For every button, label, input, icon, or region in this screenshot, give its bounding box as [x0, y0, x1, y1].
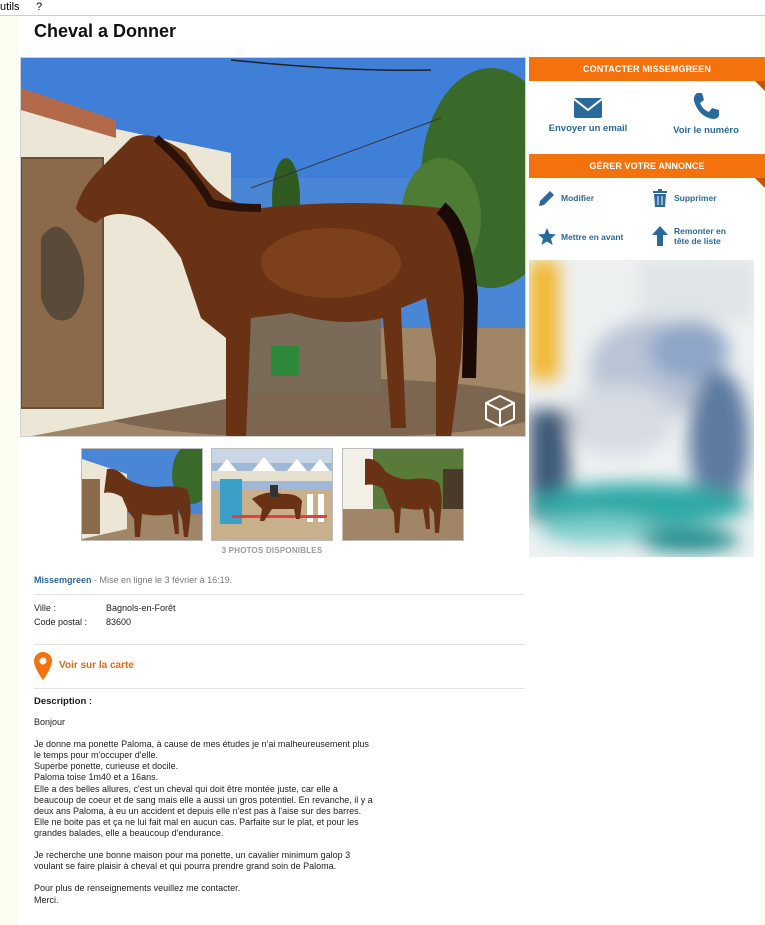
- horse-photo: [21, 58, 525, 436]
- postal-label: Code postal :: [34, 617, 88, 627]
- map-pin-icon: [34, 652, 52, 680]
- arrow-up-icon: [652, 226, 668, 246]
- menu-bar: utils ?: [0, 0, 765, 16]
- send-email-label: Envoyer un email: [548, 123, 628, 134]
- thumbnail-1-image: [82, 449, 202, 540]
- phone-icon: [693, 93, 719, 119]
- listing-page: Cheval a Donner 3 PHOTOS DISPONIBLES Mis…: [18, 16, 765, 925]
- menu-help[interactable]: ?: [36, 1, 42, 13]
- pencil-icon: [539, 191, 554, 206]
- show-phone-label: Voir le numéro: [673, 125, 739, 136]
- blurred-ad[interactable]: [529, 260, 754, 557]
- divider: [34, 594, 525, 595]
- delete-button[interactable]: Supprimer: [650, 188, 760, 208]
- thumbnail-3-image: [343, 449, 463, 540]
- posted-date: - Mise en ligne le 3 février à 16:19.: [91, 575, 233, 585]
- listing-title: Cheval a Donner: [34, 21, 177, 41]
- map-link[interactable]: Voir sur la carte: [34, 652, 134, 680]
- contact-header: CONTACTER MISSEMGREEN: [529, 57, 765, 91]
- posted-info: Missemgreen - Mise en ligne le 3 février…: [34, 575, 232, 585]
- postal-value: 83600: [106, 617, 132, 627]
- send-email-button[interactable]: Envoyer un email: [529, 97, 647, 134]
- show-phone-button[interactable]: Voir le numéro: [647, 91, 765, 136]
- postal-row: Code postal : 83600: [34, 617, 131, 627]
- photos-count: 3 PHOTOS DISPONIBLES: [221, 546, 323, 555]
- map-link-label[interactable]: Voir sur la carte: [59, 660, 134, 671]
- city-row: Ville : Bagnols-en-Forêt: [34, 603, 176, 613]
- thumbnail-2[interactable]: [211, 448, 333, 541]
- thumbnail-3[interactable]: [342, 448, 464, 541]
- watermark-cube-icon: [485, 394, 515, 428]
- thumbnail-2-image: [212, 449, 332, 540]
- trash-icon: [653, 189, 667, 207]
- seller-name[interactable]: Missemgreen: [34, 575, 92, 585]
- star-icon: [538, 228, 556, 245]
- delete-label: Supprimer: [674, 193, 717, 203]
- menu-tools[interactable]: utils: [0, 1, 20, 13]
- envelope-icon: [573, 98, 603, 118]
- thumbnail-1[interactable]: [81, 448, 203, 541]
- bump-label-1: Remonter en: [674, 226, 726, 236]
- edit-label: Modifier: [561, 193, 595, 203]
- city-label: Ville :: [34, 603, 56, 613]
- bump-label-2: tête de liste: [674, 236, 721, 246]
- manage-header: GÉRER VOTRE ANNONCE: [529, 154, 765, 188]
- bump-button[interactable]: Remonter en tête de liste: [650, 225, 760, 249]
- ad-image: [529, 260, 754, 557]
- divider: [34, 644, 525, 645]
- main-photo[interactable]: [20, 57, 526, 437]
- edit-button[interactable]: Modifier: [537, 188, 637, 208]
- promote-label: Mettre en avant: [561, 232, 624, 242]
- description-title: Description :: [34, 696, 93, 707]
- promote-button[interactable]: Mettre en avant: [537, 227, 647, 247]
- city-value: Bagnols-en-Forêt: [106, 603, 176, 613]
- divider: [34, 688, 525, 689]
- description-text: Bonjour Je donne ma ponette Paloma, à ca…: [34, 717, 373, 905]
